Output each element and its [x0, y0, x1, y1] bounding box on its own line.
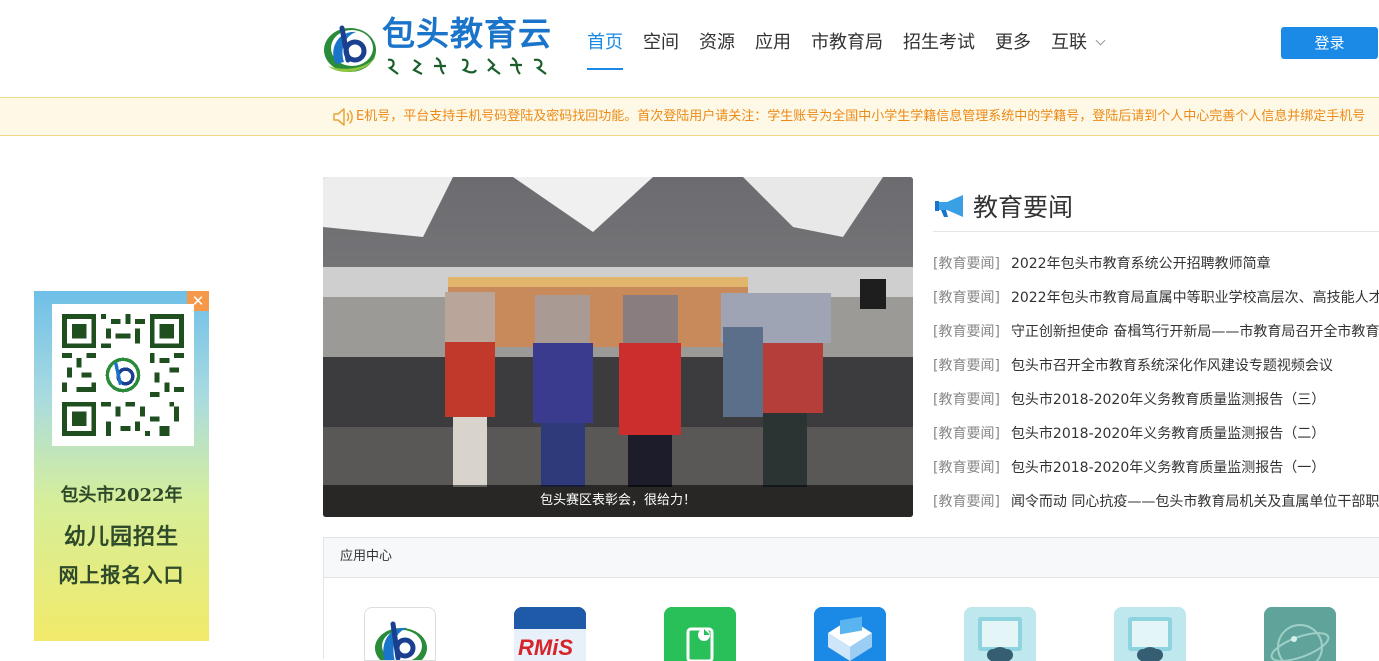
- app-center-title: 应用中心: [324, 538, 1379, 578]
- news-item[interactable]: [教育要闻] 包头市2018-2020年义务教育质量监测报告（二）: [933, 417, 1379, 451]
- news-item[interactable]: [教育要闻] 包头市2018-2020年义务教育质量监测报告（三）: [933, 383, 1379, 417]
- qr-code-icon: [62, 314, 184, 436]
- news-link[interactable]: 包头市2018-2020年义务教育质量监测报告（一）: [1011, 460, 1325, 476]
- nav-item-interconnect-label: 互联: [1051, 32, 1087, 53]
- news-tag: [教育要闻]: [933, 426, 1000, 442]
- education-news-panel: 教育要闻 [教育要闻] 2022年包头市教育系统公开招聘教师简章 [教育要闻] 20…: [933, 177, 1379, 517]
- news-link[interactable]: 包头市2018-2020年义务教育质量监测报告（三）: [1011, 392, 1325, 408]
- app-center: 应用中心 RMiS: [323, 537, 1379, 661]
- carousel-photo: [323, 177, 913, 517]
- notice-marquee: E机号，平台支持手机号码登陆及密码找回功能。首次登陆用户请关注：学生账号为全国中…: [356, 98, 1379, 135]
- kindergarten-enrollment-ad[interactable]: ✕ 包头市2022年 幼儿园招生 网上报名入口: [34, 291, 209, 641]
- cloud-folder-app-icon[interactable]: [1114, 607, 1186, 661]
- news-tag: [教育要闻]: [933, 460, 1000, 476]
- nav-item-resources[interactable]: 资源: [699, 28, 735, 68]
- rmis-logo-text: RMiS: [518, 635, 573, 660]
- news-item[interactable]: [教育要闻] 闻令而动 同心抗疫——包头市教育局机关及直属单位干部职工下沉社区: [933, 485, 1379, 519]
- nav-item-admissions[interactable]: 招生考试: [903, 28, 975, 68]
- news-header: 教育要闻: [933, 189, 1073, 223]
- rmis-app-icon[interactable]: RMiS: [514, 607, 586, 661]
- news-tag: [教育要闻]: [933, 290, 1000, 306]
- nav-item-more[interactable]: 更多: [995, 28, 1031, 68]
- blue-classroom-app-icon[interactable]: [814, 607, 886, 661]
- main-nav: 首页 空间 资源 应用 市教育局 招生考试 更多 互联: [587, 28, 1124, 70]
- news-link[interactable]: 包头市2018-2020年义务教育质量监测报告（二）: [1011, 426, 1325, 442]
- qr-code: [52, 304, 194, 446]
- news-title: 教育要闻: [973, 193, 1074, 222]
- carousel-caption: 包头赛区表彰会，很给力！: [323, 485, 913, 517]
- nav-item-interconnect[interactable]: 互联: [1051, 28, 1106, 68]
- logo-text: 包头教育云: [382, 14, 552, 53]
- news-link[interactable]: 2022年包头市教育局直属中等职业学校高层次、高技能人才引进公告: [1011, 290, 1379, 306]
- chevron-down-icon: [1095, 35, 1106, 46]
- cloud-folder-app-icon[interactable]: [964, 607, 1036, 661]
- notice-bar: E机号，平台支持手机号码登陆及密码找回功能。首次登陆用户请关注：学生账号为全国中…: [0, 97, 1379, 136]
- notice-text[interactable]: E机号，平台支持手机号码登陆及密码找回功能。首次登陆用户请关注：学生账号为全国中…: [356, 98, 1365, 135]
- ad-line-kindergarten: 幼儿园招生: [63, 524, 179, 550]
- mongolian-script-icon: [387, 57, 547, 75]
- news-item[interactable]: [教育要闻] 包头市2018-2020年义务教育质量监测报告（一）: [933, 451, 1379, 485]
- nav-item-space[interactable]: 空间: [643, 28, 679, 68]
- nav-item-home[interactable]: 首页: [587, 28, 623, 70]
- news-item[interactable]: [教育要闻] 包头市召开全市教育系统深化作风建设专题视频会议: [933, 349, 1379, 383]
- news-item[interactable]: [教育要闻] 2022年包头市教育局直属中等职业学校高层次、高技能人才引进公告: [933, 281, 1379, 315]
- news-tag: [教育要闻]: [933, 256, 1000, 272]
- speaker-icon: [333, 108, 353, 126]
- news-link[interactable]: 包头市召开全市教育系统深化作风建设专题视频会议: [1011, 358, 1333, 374]
- logo-mark-icon: [324, 25, 376, 72]
- nav-item-education-bureau[interactable]: 市教育局: [811, 28, 883, 68]
- megaphone-icon: [935, 195, 963, 217]
- news-tag: [教育要闻]: [933, 392, 1000, 408]
- login-button[interactable]: 登录: [1281, 27, 1378, 59]
- news-link[interactable]: 守正创新担使命 奋楫笃行开新局——市教育局召开全市教育工作会议: [1011, 324, 1379, 340]
- site-logo[interactable]: 包头教育云: [322, 14, 558, 80]
- news-item[interactable]: [教育要闻] 2022年包头市教育系统公开招聘教师简章: [933, 247, 1379, 281]
- site-header: 包头教育云 首页 空间 资源 应用 市教育局 招生考试 更多 互联 登录: [0, 0, 1379, 97]
- ad-line-year: 包头市2022年: [60, 485, 183, 506]
- news-link[interactable]: 闻令而动 同心抗疫——包头市教育局机关及直属单位干部职工下沉社区: [1011, 494, 1379, 510]
- baotou-cloud-app-icon[interactable]: [364, 607, 436, 661]
- news-carousel[interactable]: 包头赛区表彰会，很给力！: [323, 177, 913, 517]
- news-item[interactable]: [教育要闻] 守正创新担使命 奋楫笃行开新局——市教育局召开全市教育工作会议: [933, 315, 1379, 349]
- news-tag: [教育要闻]: [933, 324, 1000, 340]
- green-doc-app-icon[interactable]: [664, 607, 736, 661]
- news-tag: [教育要闻]: [933, 358, 1000, 374]
- news-tag: [教育要闻]: [933, 494, 1000, 510]
- globe-app-icon[interactable]: [1264, 607, 1336, 661]
- news-list: [教育要闻] 2022年包头市教育系统公开招聘教师简章 [教育要闻] 2022年包头…: [933, 247, 1379, 519]
- news-divider: [933, 231, 1379, 232]
- nav-item-apps[interactable]: 应用: [755, 28, 791, 68]
- news-link[interactable]: 2022年包头市教育系统公开招聘教师简章: [1011, 256, 1271, 272]
- ad-line-registration: 网上报名入口: [58, 563, 185, 587]
